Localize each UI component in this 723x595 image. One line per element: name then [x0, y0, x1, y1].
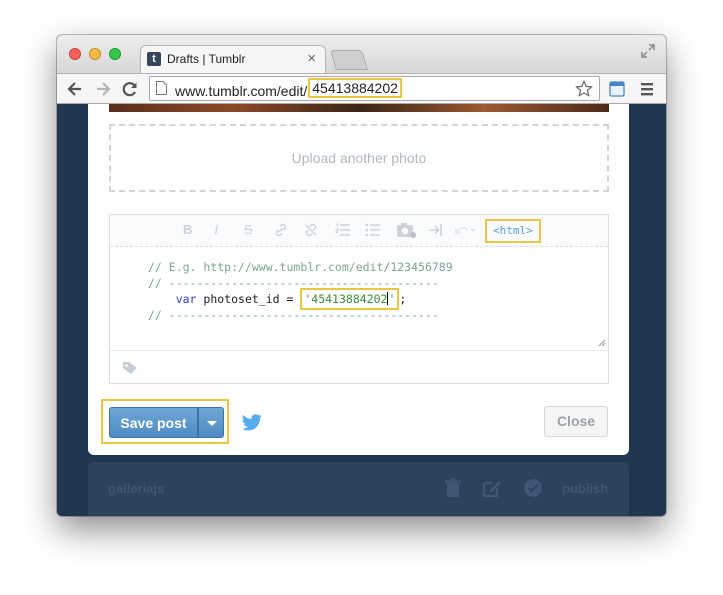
check-icon[interactable] — [523, 478, 543, 498]
bold-button[interactable]: B — [183, 222, 192, 237]
twitter-icon[interactable] — [242, 414, 262, 431]
read-more-icon[interactable] — [428, 223, 444, 237]
close-window-button[interactable] — [69, 48, 81, 60]
zoom-window-button[interactable] — [109, 48, 121, 60]
close-button[interactable]: Close — [544, 406, 608, 437]
code-string-highlight: '45413884202' — [300, 288, 400, 310]
post-editor-modal: Upload another photo B I S <html> // E.g… — [88, 104, 629, 455]
insert-image-icon[interactable] — [396, 222, 416, 238]
format-toolbar: B I S <html> — [110, 215, 608, 247]
edit-icon[interactable] — [482, 478, 502, 498]
strikethrough-button[interactable]: S — [244, 222, 253, 237]
numbered-list-icon[interactable] — [335, 223, 351, 237]
star-icon[interactable] — [575, 80, 593, 98]
extension-icon[interactable] — [609, 81, 625, 97]
code-string-close: ' — [388, 292, 396, 306]
trash-icon[interactable] — [443, 478, 463, 498]
photo-preview — [109, 104, 609, 112]
code-terminator: ; — [399, 292, 407, 306]
code-area[interactable]: // E.g. http://www.tumblr.com/edit/12345… — [148, 259, 453, 323]
html-mode-button[interactable]: <html> — [485, 219, 541, 243]
code-rule-bottom: // -------------------------------------… — [148, 308, 439, 322]
undo-icon[interactable] — [454, 223, 476, 237]
minimize-window-button[interactable] — [89, 48, 101, 60]
browser-window: t Drafts | Tumblr × www.tumblr.com/edit/… — [57, 35, 666, 516]
save-options-dropdown[interactable] — [198, 407, 224, 438]
publish-link[interactable]: publish — [562, 481, 608, 496]
tab-close-icon[interactable]: × — [307, 50, 316, 67]
url-post-id-highlight: 45413884202 — [308, 78, 402, 98]
browser-tab[interactable]: t Drafts | Tumblr × — [140, 45, 326, 73]
bullet-list-icon[interactable] — [365, 223, 381, 237]
menu-icon[interactable] — [640, 81, 654, 97]
post-blog-name[interactable]: galleriajs — [108, 481, 164, 496]
address-bar[interactable]: www.tumblr.com/edit/45413884202 — [149, 76, 600, 101]
resize-handle-icon[interactable] — [598, 339, 606, 347]
page-icon — [156, 81, 167, 95]
link-icon[interactable] — [274, 223, 288, 237]
title-bar: t Drafts | Tumblr × — [57, 35, 666, 73]
code-statement: photoset_id = — [196, 292, 301, 306]
draft-post-card: galleriajs publish — [88, 462, 629, 516]
tags-field[interactable] — [110, 350, 608, 385]
tumblr-favicon-icon: t — [147, 52, 161, 66]
reload-icon[interactable] — [120, 79, 140, 99]
tab-title: Drafts | Tumblr — [167, 52, 246, 66]
url-prefix: www.tumblr.com/edit/ — [175, 83, 308, 99]
code-keyword: var — [175, 292, 197, 306]
html-editor: B I S <html> // E.g. http://www.tumblr.c… — [109, 214, 609, 384]
browser-toolbar: www.tumblr.com/edit/45413884202 — [57, 73, 666, 104]
italic-button[interactable]: I — [214, 222, 218, 238]
save-post-button[interactable]: Save post — [109, 407, 198, 438]
new-tab-button[interactable] — [330, 50, 368, 70]
back-icon[interactable] — [65, 79, 85, 99]
code-string-value: 45413884202 — [311, 292, 388, 306]
save-post-highlight: Save post — [101, 399, 229, 444]
fullscreen-icon[interactable] — [640, 43, 656, 59]
tag-icon — [123, 362, 137, 374]
unlink-icon[interactable] — [304, 223, 318, 237]
upload-another-photo[interactable]: Upload another photo — [109, 124, 609, 192]
url-text: www.tumblr.com/edit/45413884202 — [175, 78, 402, 101]
forward-icon[interactable] — [93, 79, 113, 99]
tumblr-dashboard: Upload another photo B I S <html> // E.g… — [57, 104, 666, 516]
code-comment: // E.g. http://www.tumblr.com/edit/12345… — [148, 260, 453, 274]
